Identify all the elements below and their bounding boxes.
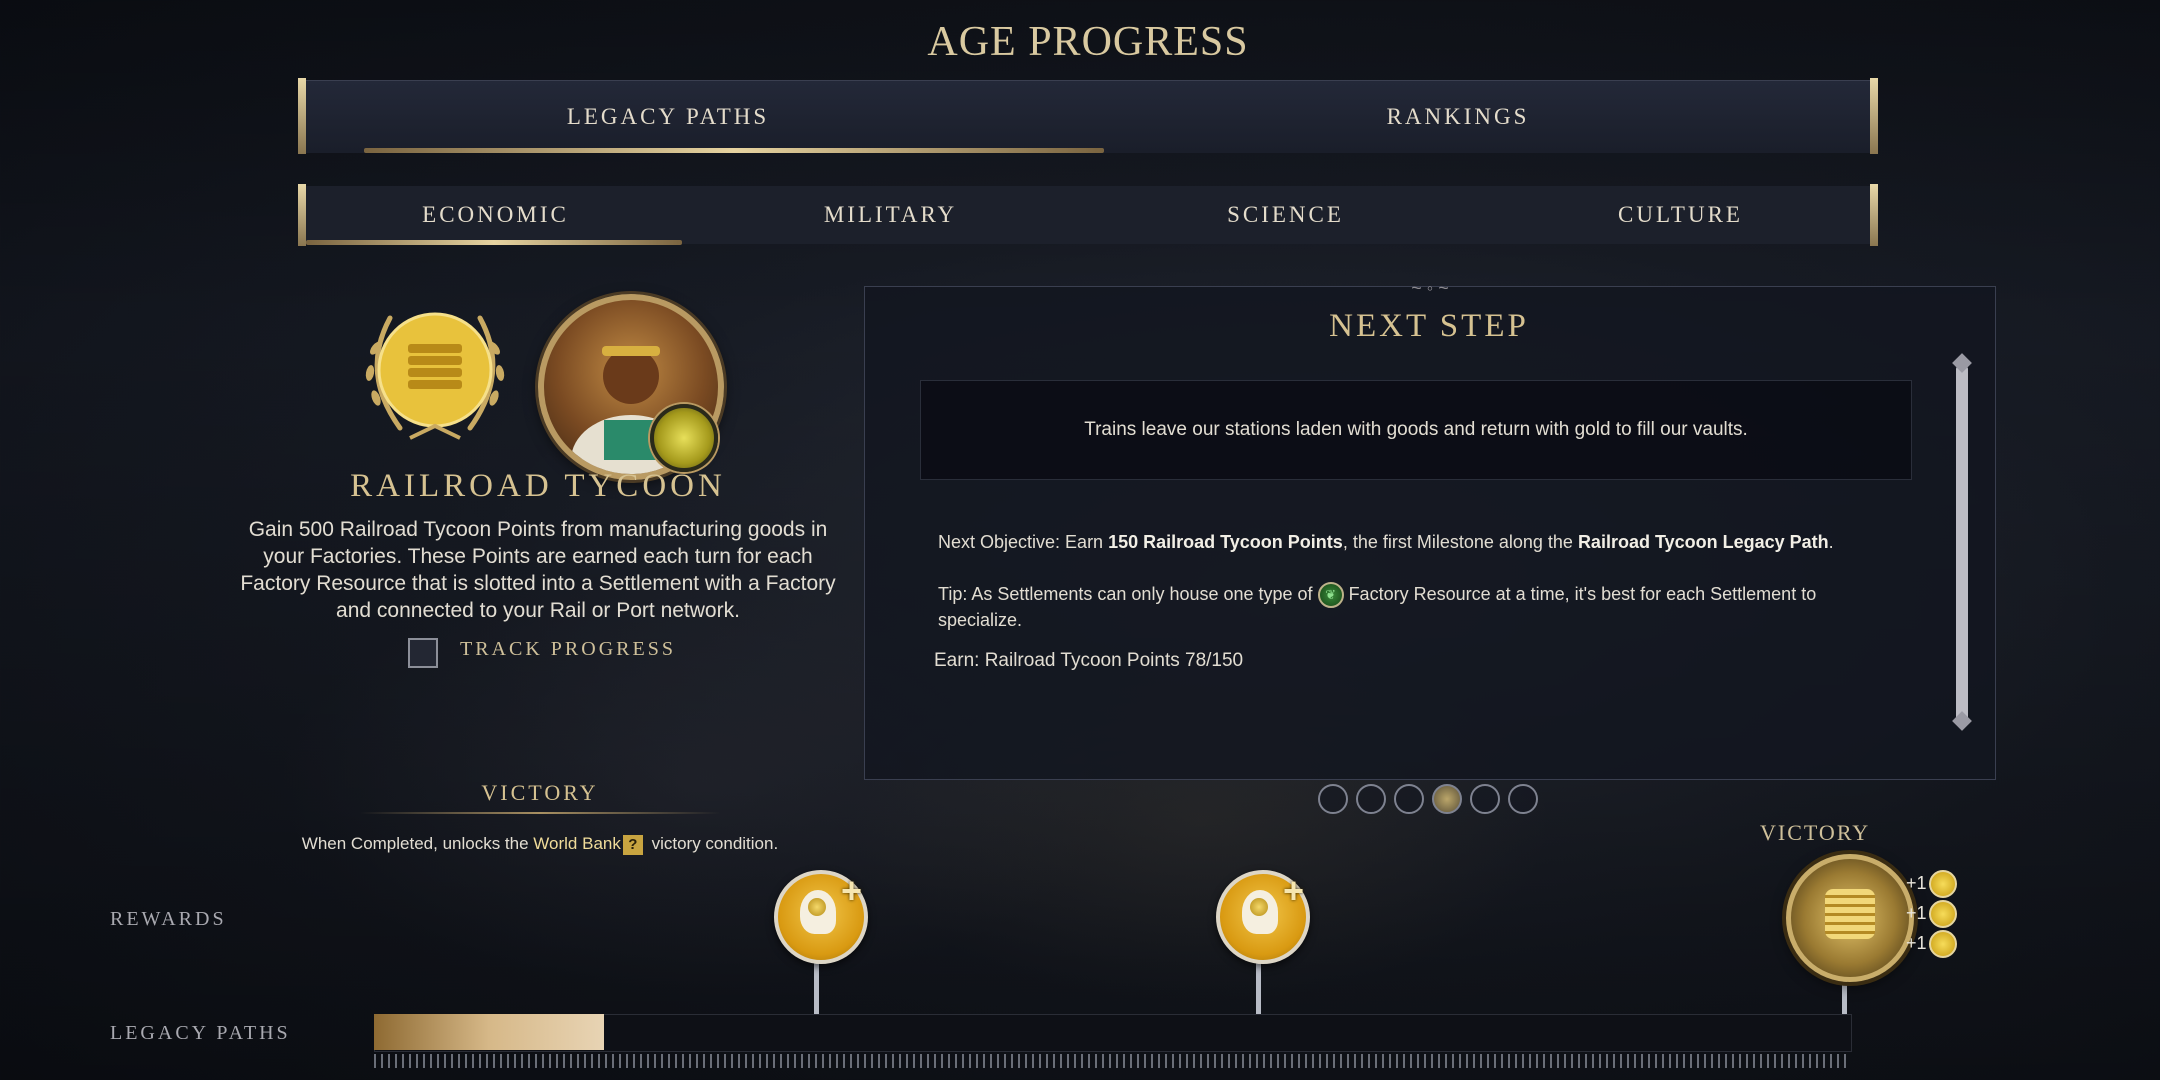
factory-resource-leaf-icon: ❦	[1317, 582, 1344, 609]
tab-legacy-paths[interactable]: LEGACY PATHS	[298, 81, 1038, 153]
legacy-paths-label: LEGACY PATHS	[110, 1022, 291, 1044]
sub-tab-cap-left	[298, 184, 306, 246]
objective-prefix: Next Objective: Earn	[938, 532, 1109, 552]
track-progress-label[interactable]: TRACK PROGRESS	[460, 638, 676, 661]
victory-bonus-1: +1	[1906, 870, 1957, 898]
victory-medal-icon[interactable]	[1786, 854, 1914, 982]
victory-desc-prefix: When Completed, unlocks the	[301, 834, 534, 853]
tab-bar-cap-right	[1870, 78, 1878, 154]
tip-prefix: Tip: As Settlements can only house one t…	[938, 584, 1318, 604]
coin-shape	[808, 898, 826, 916]
active-tab-underline	[364, 148, 1104, 153]
objective-end: .	[1828, 532, 1834, 552]
page-dot-6[interactable]	[1508, 784, 1538, 814]
page-title: AGE PROGRESS	[927, 19, 1249, 65]
page-dot-2[interactable]	[1356, 784, 1386, 814]
main-tab-bar: LEGACY PATHS RANKINGS	[298, 80, 1878, 153]
scrollbar[interactable]	[1956, 366, 1968, 722]
objective-path: Railroad Tycoon Legacy Path	[1577, 532, 1829, 552]
tab-science[interactable]: SCIENCE	[1088, 186, 1483, 244]
page-dot-1[interactable]	[1318, 784, 1348, 814]
tab-economic[interactable]: ECONOMIC	[298, 186, 693, 244]
tip-text: Tip: As Settlements can only house one t…	[938, 582, 1878, 632]
next-objective: Next Objective: Earn 150 Railroad Tycoon…	[938, 530, 1878, 554]
coin-stack	[1825, 889, 1875, 939]
victory-bonus-2: +1	[1906, 900, 1957, 928]
flavor-quote: Trains leave our stations laden with goo…	[920, 380, 1912, 480]
bonus-value: +1	[1906, 902, 1927, 923]
earn-progress-text: Earn: Railroad Tycoon Points 78/150	[934, 650, 1244, 671]
tab-rankings[interactable]: RANKINGS	[1038, 81, 1878, 153]
attribute-point-head-plus-icon[interactable]: +	[774, 870, 868, 964]
sub-tab-cap-right	[1870, 184, 1878, 246]
legacy-point-coin-icon	[1928, 900, 1957, 928]
legacy-progress-fill	[374, 1014, 604, 1050]
page-dot-3[interactable]	[1394, 784, 1424, 814]
victory-bonus-3: +1	[1906, 930, 1957, 958]
tab-military[interactable]: MILITARY	[693, 186, 1088, 244]
economic-coin-badge-icon	[650, 404, 718, 472]
plus-icon: +	[1282, 870, 1304, 911]
victory-divider	[360, 812, 720, 814]
legacy-path-name: RAILROAD TYCOON	[350, 468, 726, 504]
plus-icon: +	[840, 870, 862, 911]
legacy-point-coin-icon	[1928, 930, 1957, 958]
page-dot-5[interactable]	[1470, 784, 1500, 814]
victory-milestone-label: VICTORY	[1760, 820, 1871, 845]
bonus-value: +1	[1906, 932, 1927, 953]
legacy-point-coin-icon	[1928, 870, 1957, 898]
coin-shape	[1250, 898, 1268, 916]
objective-points: 150 Railroad Tycoon Points	[1108, 532, 1343, 552]
objective-mid: , the first Milestone along the	[1342, 532, 1578, 552]
progress-ticks	[374, 1054, 1850, 1068]
page-dot-4[interactable]	[1432, 784, 1462, 814]
category-tab-bar: ECONOMIC MILITARY SCIENCE CULTURE	[298, 186, 1878, 244]
victory-desc-suffix: victory condition.	[646, 834, 779, 853]
legacy-path-description: Gain 500 Railroad Tycoon Points from man…	[240, 518, 836, 622]
attribute-point-head-plus-icon[interactable]: +	[1216, 870, 1310, 964]
victory-description: When Completed, unlocks the World Bank? …	[270, 834, 810, 855]
track-progress-checkbox[interactable]	[408, 638, 438, 668]
help-icon[interactable]: ?	[622, 834, 643, 855]
tab-culture[interactable]: CULTURE	[1483, 186, 1878, 244]
gold-coins-laurel-icon	[365, 312, 505, 440]
ornament-icon: ~ ◦ ~	[1411, 278, 1449, 298]
bonus-value: +1	[1906, 872, 1927, 893]
victory-heading: VICTORY	[481, 780, 599, 805]
rewards-label: REWARDS	[110, 908, 227, 930]
world-bank-link[interactable]: World Bank	[533, 834, 621, 853]
next-step-title: NEXT STEP	[1329, 308, 1529, 344]
active-subtab-underline	[306, 240, 682, 245]
tab-bar-cap-left	[298, 78, 306, 154]
